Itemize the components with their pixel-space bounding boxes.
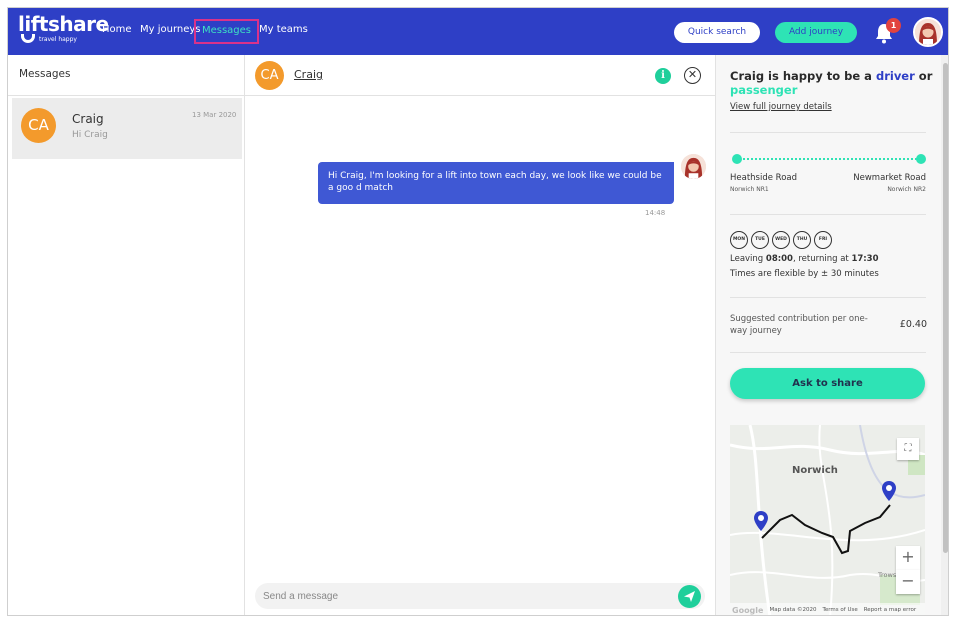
map-data-credit: Map data ©2020 (769, 607, 817, 613)
map-city-label: Norwich (792, 465, 838, 476)
nav-my-teams-link[interactable]: My teams (259, 24, 308, 35)
scrollbar-thumb[interactable] (943, 63, 948, 553)
route-to-name: Newmarket Road (853, 173, 926, 183)
journey-role-driver: driver (875, 69, 915, 83)
map-terms-link[interactable]: Terms of Use (822, 607, 857, 613)
chat-header: CA Craig i ✕ (245, 55, 715, 96)
journey-details-panel: Craig is happy to be a driver or passeng… (716, 55, 941, 615)
returning-time: 17:30 (851, 254, 879, 264)
route-start-dot (732, 154, 742, 164)
nav-my-journeys-link[interactable]: My journeys (140, 24, 201, 35)
leaving-time: 08:00 (765, 254, 793, 264)
logo-tagline: travel happy (39, 36, 77, 43)
message-input[interactable] (263, 588, 663, 604)
contribution-value: £0.40 (899, 319, 927, 330)
conversation-avatar: CA (21, 108, 56, 143)
journey-role-passenger: passenger (730, 83, 798, 97)
contribution-label: Suggested contribution per one-way journ… (730, 314, 868, 336)
leaving-label: Leaving (730, 254, 764, 264)
top-nav-bar: liftshare travel happy Home My journeys … (8, 8, 948, 55)
send-button[interactable] (678, 585, 701, 608)
conversation-list-panel: Messages CA Craig Hi Craig 13 Mar 2020 (8, 55, 245, 615)
message-compose-box (255, 583, 705, 609)
conversation-item[interactable]: CA Craig Hi Craig 13 Mar 2020 (12, 98, 242, 159)
notification-badge: 1 (886, 18, 901, 33)
app-window: liftshare travel happy Home My journeys … (7, 7, 949, 616)
journey-title-prefix: Craig is happy to be a (730, 69, 872, 83)
avatar-portrait-icon (681, 154, 706, 179)
conversation-list-header: Messages (8, 55, 244, 96)
divider (730, 132, 926, 133)
avatar-portrait-icon (915, 19, 941, 45)
route-end-dot (916, 154, 926, 164)
chat-contact-name-link[interactable]: Craig (294, 68, 323, 81)
route-from-postcode: Norwich NR1 (730, 186, 769, 193)
divider (730, 297, 926, 298)
fullscreen-icon[interactable]: ⛶ (897, 438, 919, 460)
google-logo: Google (732, 605, 764, 615)
chat-panel: CA Craig i ✕ Hi Craig, I'm looking for a… (245, 55, 716, 615)
route-line (736, 158, 920, 160)
map-zoom-out-button[interactable]: − (896, 570, 920, 594)
message-sender-avatar (681, 154, 706, 179)
journey-times: Leaving 08:00, returning at 17:30 (730, 254, 879, 264)
close-icon[interactable]: ✕ (684, 67, 701, 84)
map-pin-icon[interactable] (754, 511, 768, 531)
view-journey-details-link[interactable]: View full journey details (730, 102, 832, 112)
info-icon[interactable]: i (655, 68, 671, 84)
journey-days: MON TUE WED THU FRI (730, 231, 832, 249)
conversation-date: 13 Mar 2020 (192, 111, 237, 119)
ask-to-share-button[interactable]: Ask to share (730, 368, 925, 399)
message-time: 14:48 (645, 209, 666, 217)
day-badge-mon: MON (730, 231, 748, 249)
nav-messages-link[interactable]: Messages (194, 19, 259, 44)
day-badge-wed: WED (772, 231, 790, 249)
divider (730, 214, 926, 215)
user-avatar[interactable] (913, 17, 943, 47)
map-pin-icon[interactable] (882, 481, 896, 501)
map-zoom-in-button[interactable]: + (896, 546, 920, 570)
liftshare-logo[interactable]: liftshare travel happy (18, 12, 109, 50)
route-to-postcode: Norwich NR2 (887, 186, 926, 193)
journey-title-or: or (918, 69, 933, 83)
right-panel-scrollbar[interactable] (941, 55, 948, 615)
day-badge-tue: TUE (751, 231, 769, 249)
map-report-link[interactable]: Report a map error (864, 607, 916, 613)
flexibility-note: Times are flexible by ± 30 minutes (730, 269, 879, 279)
conversation-preview: Hi Craig (72, 130, 108, 140)
route-from-name: Heathside Road (730, 173, 797, 183)
divider (730, 352, 926, 353)
paper-plane-icon (684, 591, 695, 602)
map-footer: Google Map data ©2020 Terms of Use Repor… (730, 603, 925, 615)
logo-text: liftshare (18, 12, 109, 36)
nav-home-link[interactable]: Home (102, 24, 132, 35)
conversation-name: Craig (72, 112, 104, 126)
quick-search-button[interactable]: Quick search (674, 22, 760, 43)
day-badge-thu: THU (793, 231, 811, 249)
add-journey-button[interactable]: Add journey (775, 22, 857, 43)
returning-label: , returning at (792, 254, 849, 264)
route-map[interactable]: Norwich ⛶ Trows Newtc + − Google Map dat… (730, 425, 925, 615)
chat-contact-avatar[interactable]: CA (255, 61, 284, 90)
logo-smile-icon (21, 34, 35, 43)
message-bubble: Hi Craig, I'm looking for a lift into to… (318, 162, 674, 204)
journey-title: Craig is happy to be a driver or passeng… (730, 69, 935, 97)
day-badge-fri: FRI (814, 231, 832, 249)
